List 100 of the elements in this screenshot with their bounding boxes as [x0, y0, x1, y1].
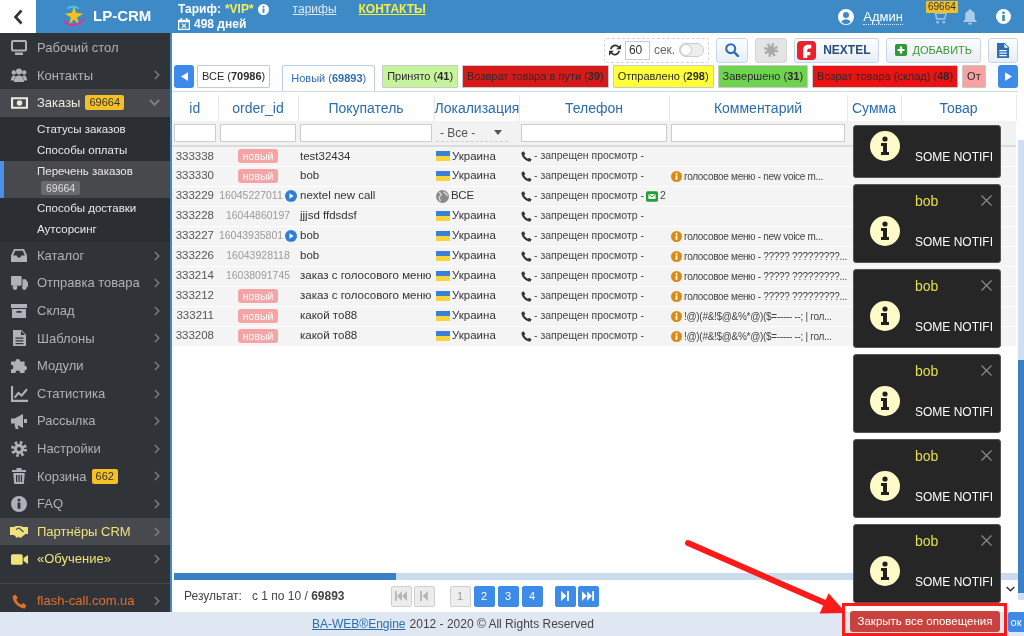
close-icon[interactable] — [981, 450, 992, 461]
page-button[interactable]: 3 — [497, 585, 519, 607]
sidebar-item[interactable]: Каталог — [0, 241, 170, 270]
sidebar-item[interactable]: Рабочий стол — [0, 34, 170, 62]
submenu-item[interactable]: Аутсорсинг — [0, 218, 170, 240]
location-name: Украина — [452, 288, 496, 304]
filter-field[interactable] — [300, 124, 432, 142]
sidebar-item[interactable]: Заказы 69664 — [0, 89, 170, 117]
document-button[interactable] — [988, 37, 1018, 63]
document-icon — [12, 330, 26, 347]
table-cell: 333211 — [172, 306, 218, 326]
close-icon[interactable] — [981, 365, 992, 376]
result-range: с 1 по 10 / 69893 — [251, 588, 345, 605]
notification-title: bob — [915, 447, 939, 465]
status-tab[interactable]: Завершено (31) — [717, 65, 809, 88]
filter-field[interactable] — [220, 124, 296, 142]
status-tab[interactable]: От — [962, 65, 986, 88]
page-button[interactable]: 2 — [473, 585, 495, 607]
footer-link[interactable]: BA-WEB®Engine — [312, 615, 406, 633]
table-cell: 333226 — [172, 246, 218, 266]
comment-text: голосовое меню - ????? ?????????... — [684, 249, 847, 264]
chevron-down-icon — [149, 99, 160, 107]
nextel-button[interactable]: NEXTEL — [794, 37, 880, 63]
last-page-button[interactable] — [577, 585, 599, 607]
sidebar-item[interactable]: Корзина 662 — [0, 462, 170, 491]
phone-text: - запрещен просмотр - — [534, 308, 644, 324]
info-icon — [671, 290, 682, 302]
phone-text: - запрещен просмотр - — [534, 188, 644, 204]
status-badge: новый — [237, 149, 279, 164]
sidebar-item[interactable]: «Обучение» — [0, 545, 170, 573]
play-icon[interactable] — [284, 190, 297, 202]
submenu-item[interactable]: Способы доставки — [0, 197, 170, 219]
sidebar-item[interactable]: Статистика — [0, 379, 170, 408]
sidebar-item[interactable]: Модули — [0, 352, 170, 380]
submenu-item[interactable]: Перечень заказов 69664 — [0, 160, 170, 198]
order-number: 16038091745 — [225, 268, 291, 284]
sidebar-item[interactable]: Отправка товара — [0, 269, 170, 297]
table-cell: 333212 — [172, 286, 218, 306]
chevron-down-icon[interactable] — [1006, 586, 1015, 592]
sidebar-item[interactable]: flash-call.com.ua — [0, 590, 170, 612]
table-cell: bob — [298, 226, 434, 246]
order-number: 16043928118 — [226, 248, 290, 264]
close-all-button[interactable]: Закрыть все оповещения — [850, 611, 1000, 632]
chevron-right-icon — [154, 416, 160, 427]
info-icon[interactable] — [257, 3, 269, 15]
submenu-item[interactable]: Статусы заказов — [0, 118, 170, 140]
sidebar-item[interactable]: Склад — [0, 296, 170, 325]
sidebar-toggle-button[interactable] — [0, 0, 36, 33]
info-icon — [671, 310, 682, 322]
status-tab[interactable]: Возрат товара (склад) (48) — [812, 65, 959, 88]
notification-message: SOME NOTIFI — [915, 490, 993, 505]
close-icon[interactable] — [981, 280, 992, 291]
sidebar-item[interactable]: Партнёры CRM — [0, 517, 170, 546]
count-badge: 662 — [91, 468, 118, 484]
sidebar-item[interactable]: Рассылка — [0, 407, 170, 435]
scroll-left-button[interactable] — [174, 65, 194, 88]
status-tab[interactable]: Новый (69893) — [282, 65, 376, 91]
result-label: Результат: — [184, 588, 242, 605]
add-button[interactable]: ДОБАВИТЬ — [886, 37, 981, 63]
count-badge: 69664 — [85, 95, 125, 111]
scrollbar-thumb[interactable] — [174, 573, 396, 580]
status-tab[interactable]: Отправлено (298) — [612, 65, 714, 88]
chevron-left-icon — [13, 8, 23, 25]
chevron-right-icon — [154, 526, 160, 537]
envelope-icon[interactable] — [646, 190, 658, 202]
status-tab[interactable]: ВСЕ (70986) — [197, 65, 271, 88]
scroll-right-button[interactable] — [998, 65, 1018, 88]
refresh-icon[interactable] — [608, 44, 621, 56]
filter-field[interactable] — [671, 124, 845, 142]
submenu-item[interactable]: Способы оплаты — [0, 139, 170, 161]
logo-icon — [62, 4, 86, 29]
sidebar-item[interactable]: Контакты — [0, 61, 170, 90]
sidebar-item[interactable]: FAQ — [0, 490, 170, 518]
location-name: Украина — [452, 248, 496, 264]
info-icon — [870, 301, 900, 331]
search-button[interactable] — [716, 37, 749, 63]
chevron-right-icon — [154, 388, 160, 399]
filter-field[interactable] — [174, 124, 216, 142]
toggle-switch[interactable] — [679, 43, 705, 57]
status-tab[interactable]: Принято (41) — [382, 65, 459, 88]
sidebar-item[interactable]: Настройки — [0, 434, 170, 463]
play-icon[interactable] — [285, 230, 298, 242]
close-icon[interactable] — [981, 535, 992, 546]
interval-field[interactable]: 60 — [624, 40, 650, 60]
bell-icon[interactable] — [963, 8, 977, 25]
contacts-link[interactable]: КОНТАКТЫ — [358, 2, 426, 16]
filter-field[interactable] — [521, 124, 667, 142]
close-icon[interactable] — [981, 195, 992, 206]
comment-text: !@)(#&!$@&%*@)($=----- --; | гол... — [684, 329, 832, 344]
flag-icon — [436, 171, 450, 181]
scrollbar-thumb[interactable] — [1018, 360, 1024, 593]
info-icon — [671, 270, 682, 282]
page-button[interactable]: 4 — [521, 585, 543, 607]
info-icon[interactable] — [996, 9, 1011, 24]
next-page-button[interactable] — [554, 585, 576, 607]
sidebar-item[interactable]: Шаблоны — [0, 324, 170, 353]
user-menu-link[interactable]: Админ — [863, 8, 903, 25]
globe-icon — [436, 189, 449, 203]
ok-button[interactable]: ок — [1008, 612, 1024, 632]
tariffs-link[interactable]: тарифы — [292, 2, 337, 16]
